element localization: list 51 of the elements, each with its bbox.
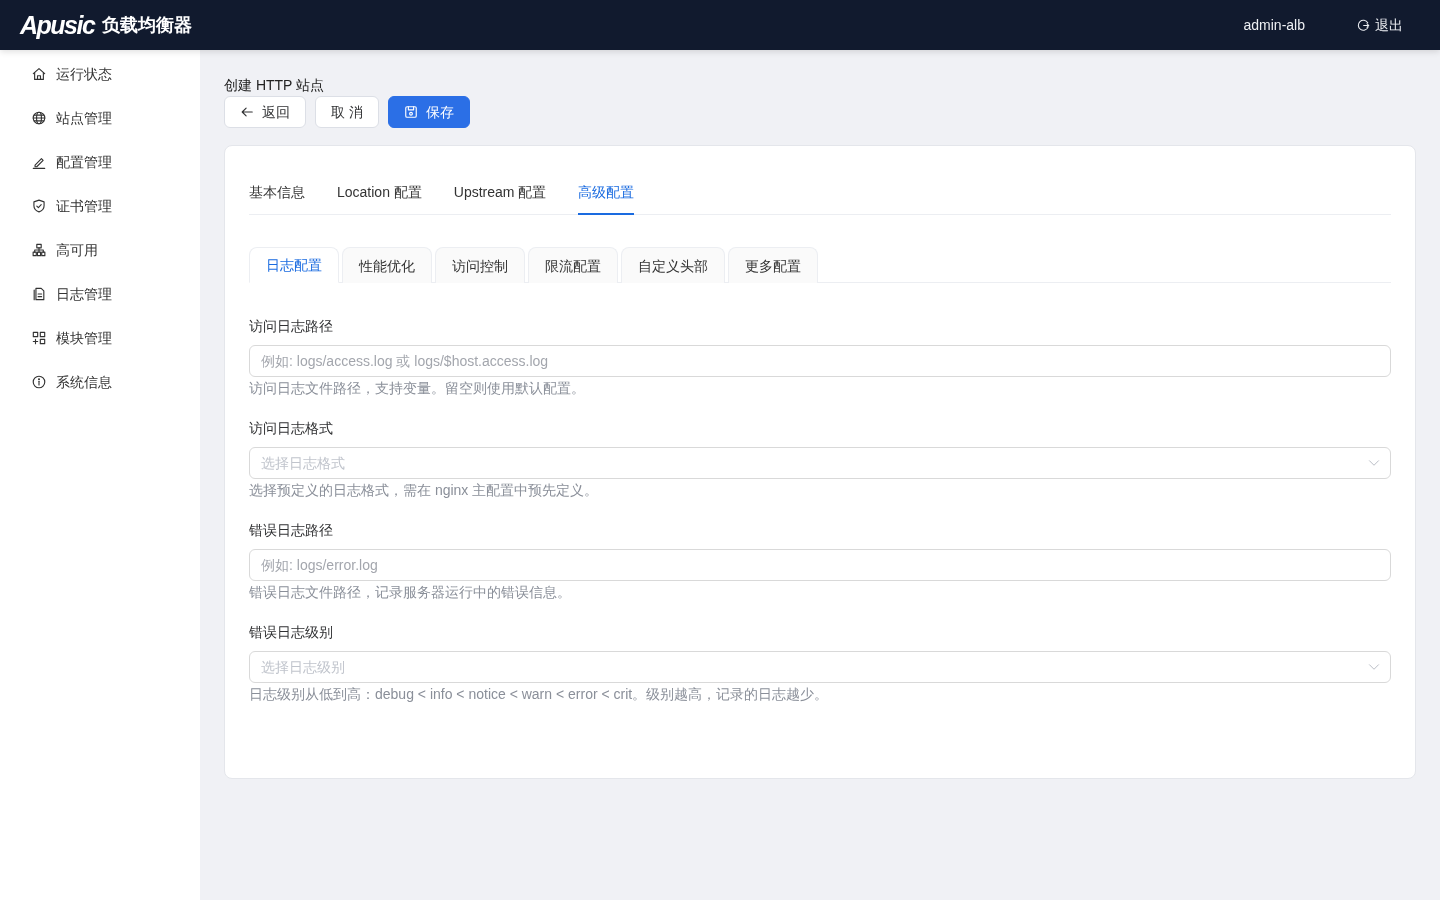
logout-button[interactable]: 退出 (1357, 14, 1403, 36)
field-label: 访问日志格式 (249, 419, 334, 438)
sub-tab[interactable]: 更多配置 (728, 247, 818, 283)
sub-tab[interactable]: 限流配置 (528, 247, 618, 283)
select-field[interactable]: 选择日志格式 (249, 447, 1391, 479)
logout-icon (1357, 18, 1370, 32)
page-title: 创建 HTTP 站点 (224, 76, 326, 94)
logo-text: Apusic (20, 12, 95, 38)
sidebar-item[interactable]: 日志管理 (0, 272, 200, 316)
save-icon (403, 105, 418, 119)
sidebar-item[interactable]: 模块管理 (0, 316, 200, 360)
chevron-down-icon (1368, 661, 1380, 673)
info-icon (32, 375, 46, 389)
document-icon (32, 287, 46, 301)
help-text: 日志级别从低到高：debug < info < notice < warn < error < crit。级别越高，记录的日志越少。 (249, 685, 830, 704)
input-field[interactable]: 例如: logs/access.log 或 logs/$host.access.log (249, 345, 1391, 377)
pencil-icon (32, 155, 46, 169)
user-name: admin-alb (1243, 15, 1305, 35)
select-field[interactable]: 选择日志级别 (249, 651, 1391, 683)
hierarchy-icon (32, 243, 46, 257)
shield-check-icon (32, 199, 46, 213)
save-button[interactable]: 保存 (387, 96, 470, 128)
sub-tab[interactable]: 性能优化 (342, 247, 432, 283)
product-name: 负载均衡器 (102, 16, 193, 34)
input-field[interactable]: 例如: logs/error.log (249, 549, 1391, 581)
chevron-down-icon (1368, 457, 1380, 469)
sub-tab[interactable]: 自定义头部 (621, 247, 725, 283)
help-text: 访问日志文件路径，支持变量。留空则使用默认配置。 (249, 379, 586, 398)
field-label: 错误日志路径 (249, 521, 334, 540)
field-label: 访问日志路径 (249, 317, 334, 336)
arrow-left-icon (240, 105, 254, 119)
sub-tab[interactable]: 日志配置 (249, 247, 339, 283)
help-text: 错误日志文件路径，记录服务器运行中的错误信息。 (249, 583, 572, 602)
sidebar-item[interactable]: 配置管理 (0, 140, 200, 184)
sidebar-item[interactable]: 高可用 (0, 228, 200, 272)
tab[interactable]: Location 配置 (337, 170, 422, 215)
back-button[interactable]: 返回 (224, 96, 306, 128)
sub-tab[interactable]: 访问控制 (435, 247, 525, 283)
tab[interactable]: 基本信息 (249, 170, 305, 215)
globe-icon (32, 111, 46, 125)
sidebar-item[interactable]: 站点管理 (0, 96, 200, 140)
field-label: 错误日志级别 (249, 623, 334, 642)
home-icon (32, 67, 46, 81)
help-text: 选择预定义的日志格式，需在 nginx 主配置中预先定义。 (249, 481, 600, 500)
tab[interactable]: Upstream 配置 (453, 170, 547, 215)
cancel-button[interactable]: 取 消 (315, 96, 379, 128)
sidebar-item[interactable]: 系统信息 (0, 360, 200, 404)
sidebar-item[interactable]: 证书管理 (0, 184, 200, 228)
tab[interactable]: 高级配置 (578, 170, 635, 215)
sidebar-item[interactable]: 运行状态 (0, 52, 200, 96)
apps-icon (32, 331, 46, 345)
